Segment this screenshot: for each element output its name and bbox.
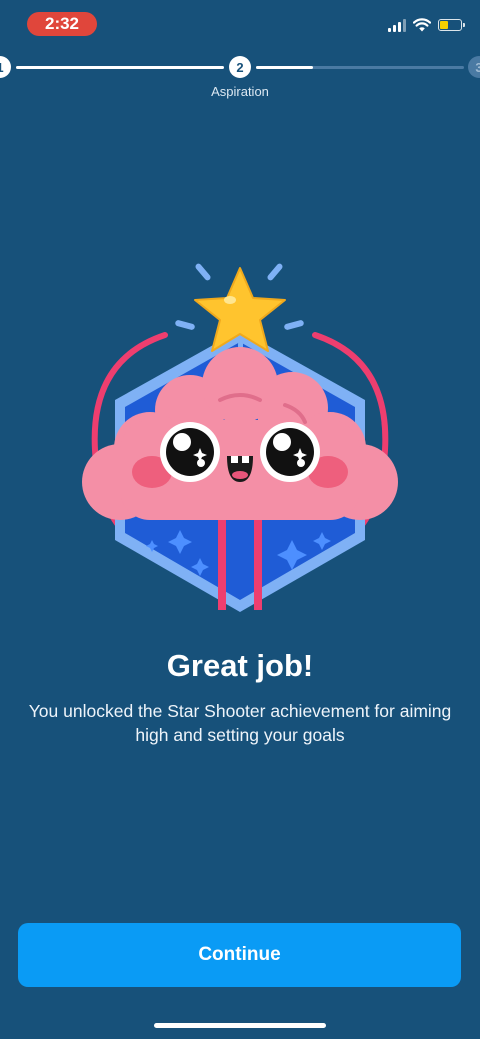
onboarding-stepper: 1 2 3 Aspiration [0, 55, 480, 105]
pink-brain-star-badge-icon [82, 263, 398, 612]
step-1-progress-line [16, 66, 224, 69]
success-title: Great job! [166, 648, 314, 683]
cellular-signal-icon [388, 18, 406, 32]
step-3-number: 3 [475, 59, 480, 75]
status-time: 2:32 [27, 12, 97, 36]
achievement-badge-illustration [60, 250, 420, 630]
step-2-circle: 2 [229, 56, 251, 78]
step-2-number: 2 [236, 59, 244, 75]
wifi-icon [413, 18, 431, 32]
step-2-progress-fill [256, 66, 313, 69]
step-1-circle: 1 [0, 56, 11, 78]
step-2-label: Aspiration [211, 84, 269, 99]
step-1-number: 1 [0, 60, 4, 75]
achievement-message: You unlocked the Star Shooter achievemen… [28, 701, 452, 745]
status-icons [388, 18, 465, 32]
status-bar: 2:32 [0, 0, 480, 50]
home-indicator[interactable] [154, 1023, 326, 1028]
step-3-circle: 3 [468, 56, 480, 78]
continue-button[interactable]: Continue [18, 923, 461, 987]
battery-level [440, 21, 448, 29]
battery-icon [438, 19, 465, 31]
